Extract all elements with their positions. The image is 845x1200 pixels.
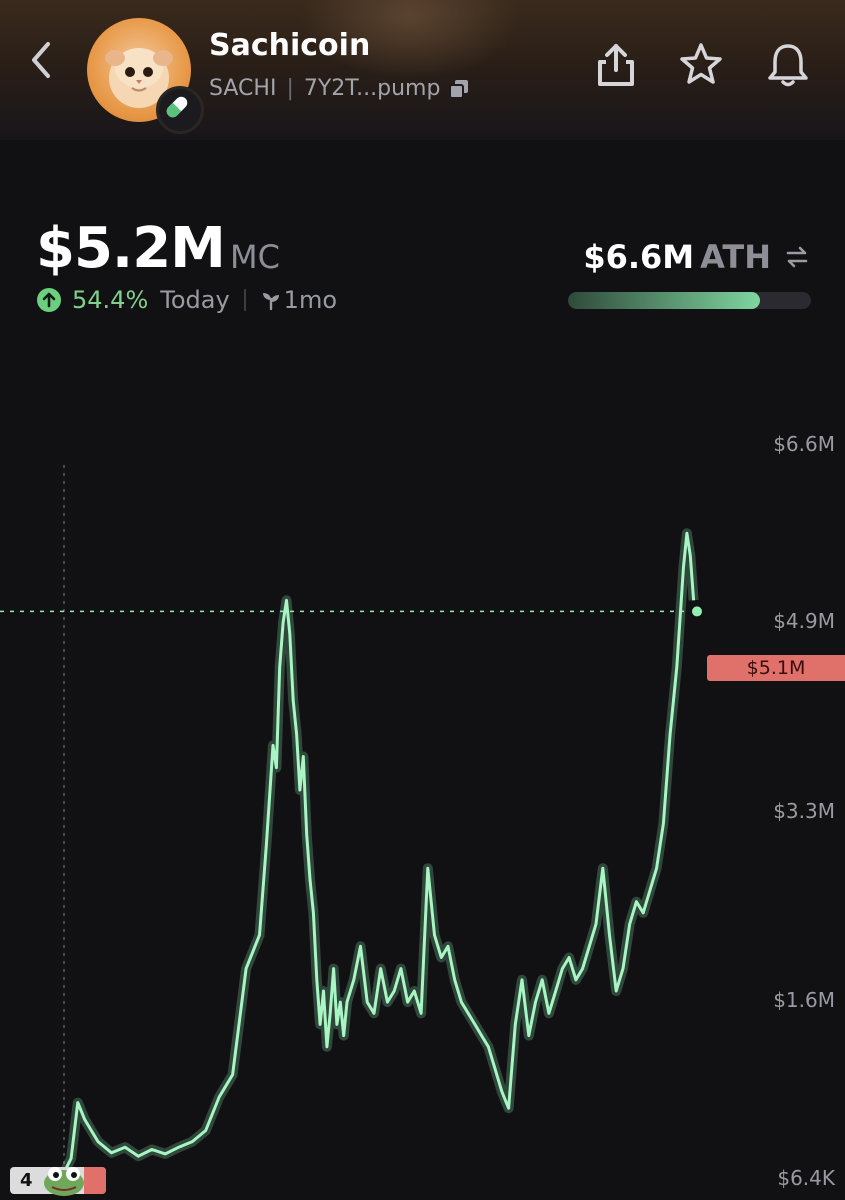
price-line-glow	[23, 528, 699, 1185]
y-tick-label: $4.9M	[773, 609, 835, 633]
y-tick-label: $6.4K	[777, 1166, 835, 1190]
start-badge-marker	[84, 1167, 106, 1194]
current-price-tag: $5.1M	[707, 655, 845, 681]
current-price-dot	[690, 604, 704, 619]
frog-icon	[44, 1167, 84, 1196]
price-line	[23, 531, 696, 1182]
y-tick-label: $1.6M	[773, 988, 835, 1012]
start-badge-count: 4	[20, 1170, 33, 1191]
y-tick-label: $3.3M	[773, 799, 835, 823]
y-tick-label: $6.6M	[773, 432, 835, 456]
price-chart[interactable]	[0, 0, 845, 1200]
